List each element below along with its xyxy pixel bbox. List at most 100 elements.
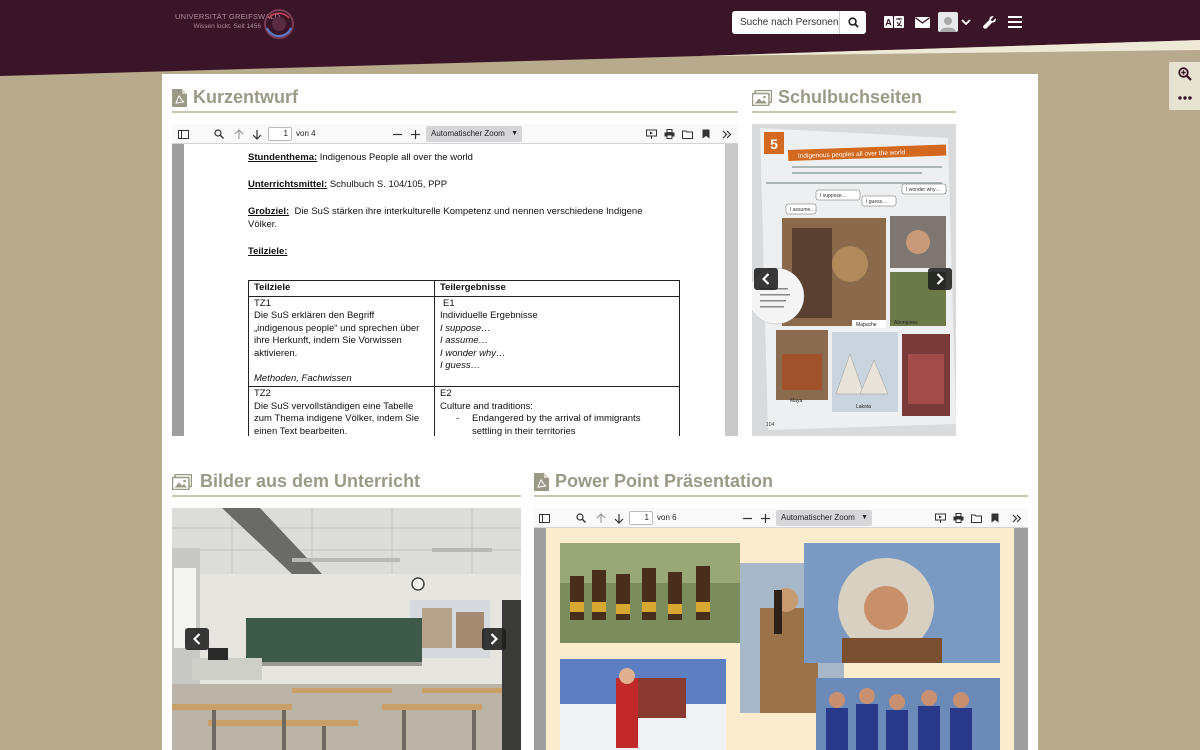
book-thought-bubble: I wonder why… bbox=[906, 187, 940, 193]
unit-number: 5 bbox=[770, 136, 778, 152]
topic-label: Stundenthema: bbox=[248, 152, 318, 163]
admin-tools-button[interactable] bbox=[981, 12, 997, 32]
zoom-out-button[interactable] bbox=[740, 511, 754, 525]
presentation-mode-button[interactable] bbox=[933, 511, 947, 525]
pdf-scrollbar[interactable] bbox=[725, 144, 738, 436]
side-toolbar bbox=[1169, 62, 1200, 110]
university-logo[interactable]: UNIVERSITÄT GREIFSWALD Wissen lockt. Sei… bbox=[175, 8, 297, 40]
person-search-input[interactable] bbox=[732, 11, 840, 34]
zoom-in-icon bbox=[1177, 67, 1192, 81]
presentation-slide bbox=[546, 528, 1014, 750]
result-phrase: I suppose… bbox=[440, 322, 491, 334]
main-goal-continued: Völker. bbox=[248, 219, 278, 230]
page-number-input[interactable]: 1 bbox=[629, 511, 653, 525]
pdf-file-icon bbox=[534, 473, 549, 491]
section-header-schulbuch: Schulbuchseiten bbox=[752, 85, 956, 113]
zoom-select[interactable]: Automatischer Zoom ▼ bbox=[426, 126, 522, 142]
page-count: von 4 bbox=[296, 129, 316, 138]
section-title-schulbuch: Schulbuchseiten bbox=[778, 87, 923, 107]
result-bullet-continued: settling in their territories bbox=[472, 425, 576, 437]
chevron-right-icon bbox=[936, 273, 944, 285]
goal-text-line: aktivieren. bbox=[254, 347, 298, 359]
section-title-kurzentwurf: Kurzentwurf bbox=[193, 87, 298, 107]
presentation-mode-button[interactable] bbox=[644, 127, 658, 141]
print-button[interactable] bbox=[951, 511, 965, 525]
materials-line: Unterrichtsmittel: Schulbuch S. 104/105,… bbox=[248, 179, 447, 190]
previous-page-button[interactable] bbox=[594, 511, 608, 525]
find-button[interactable] bbox=[212, 127, 226, 141]
sidebar-toggle-icon bbox=[538, 513, 550, 523]
table-row: TZ1 Die SuS erklären den Begriff „indige… bbox=[248, 295, 680, 387]
minus-icon bbox=[392, 133, 402, 135]
more-tools-button[interactable] bbox=[720, 127, 734, 141]
photo-caption: Lakota bbox=[856, 404, 871, 410]
result-phrase: I assume… bbox=[440, 335, 489, 346]
previous-page-button[interactable] bbox=[232, 127, 246, 141]
result-bullet: - Endangered by the arrival of immigrants bbox=[456, 413, 641, 424]
main-goal-value: Die SuS stärken ihre interkulturelle Kom… bbox=[294, 206, 643, 217]
arrow-up-icon bbox=[596, 512, 606, 523]
result-title: Individuelle Ergebnisse bbox=[440, 310, 538, 321]
messages-button[interactable] bbox=[914, 12, 930, 32]
topic-value: Indigenous People all over the world bbox=[319, 152, 473, 163]
pdf-toolbar: 1 von 6 Automatischer Zoom ▼ bbox=[534, 508, 1028, 528]
pdf-viewer-kurzentwurf: 1 von 4 Automatischer Zoom ▼ Stundenthem… bbox=[172, 124, 738, 436]
slide-photo-collage bbox=[560, 543, 1000, 750]
user-menu[interactable] bbox=[937, 12, 971, 32]
carousel-prev-button[interactable] bbox=[754, 268, 778, 290]
bookmark-button[interactable] bbox=[699, 127, 713, 141]
bookmark-button[interactable] bbox=[988, 511, 1002, 525]
main-goal-line: Grobziel: Die SuS stärken ihre interkult… bbox=[248, 206, 642, 217]
zoom-select[interactable]: Automatischer Zoom ▼ bbox=[776, 510, 872, 526]
result-title: Culture and traditions: bbox=[440, 400, 533, 412]
main-menu-button[interactable] bbox=[1007, 12, 1023, 32]
next-page-button[interactable] bbox=[250, 127, 264, 141]
goal-methods: Methoden, Fachwissen bbox=[254, 372, 352, 384]
images-icon bbox=[172, 474, 192, 490]
wrench-icon bbox=[982, 15, 996, 29]
main-goal-label: Grobziel: bbox=[248, 206, 290, 217]
more-tools-button[interactable] bbox=[1010, 511, 1024, 525]
more-button[interactable] bbox=[1169, 86, 1200, 110]
result-id: E2 bbox=[440, 388, 452, 399]
sub-goals-label: Teilziele: bbox=[248, 246, 288, 257]
carousel-next-button[interactable] bbox=[482, 628, 506, 650]
schoolbook-page-photo: 5 Indigenous peoples all over the world … bbox=[752, 124, 956, 436]
chevron-left-icon bbox=[762, 273, 770, 285]
carousel-next-button[interactable] bbox=[928, 268, 952, 290]
zoom-in-button[interactable] bbox=[1169, 62, 1200, 86]
print-button[interactable] bbox=[662, 127, 676, 141]
result-phrase: I wonder why… bbox=[440, 347, 506, 359]
plus-icon bbox=[410, 129, 420, 139]
menu-icon bbox=[1008, 16, 1022, 28]
presentation-icon bbox=[934, 513, 946, 523]
more-icon bbox=[1177, 96, 1192, 100]
zoom-in-button[interactable] bbox=[408, 127, 422, 141]
goals-table: Teilziele Teilergebnisse TZ1 Die SuS erk… bbox=[248, 280, 680, 436]
pdf-page: Stundenthema: Indigenous People all over… bbox=[184, 144, 725, 436]
search-button[interactable] bbox=[840, 11, 866, 34]
result-phrase: I guess… bbox=[440, 360, 481, 371]
page-number-input[interactable]: 1 bbox=[268, 127, 292, 141]
arrow-down-icon bbox=[252, 129, 262, 140]
book-page-number: 104 bbox=[766, 422, 775, 428]
sub-goals-heading: Teilziele: bbox=[248, 246, 287, 257]
goal-text-line: einen Text bearbeiten. bbox=[254, 425, 348, 437]
zoom-out-button[interactable] bbox=[390, 127, 404, 141]
arrow-down-icon bbox=[614, 513, 624, 524]
next-page-button[interactable] bbox=[612, 511, 626, 525]
table-cell: E1 Individuelle Ergebnisse I suppose… I … bbox=[434, 295, 680, 387]
person-search bbox=[732, 11, 866, 34]
language-button[interactable]: A bbox=[883, 12, 905, 32]
sidebar-toggle-button[interactable] bbox=[176, 127, 190, 141]
open-file-button[interactable] bbox=[969, 511, 983, 525]
section-title-ppp: Power Point Präsentation bbox=[555, 471, 774, 491]
carousel-prev-button[interactable] bbox=[185, 628, 209, 650]
sidebar-toggle-button[interactable] bbox=[537, 511, 551, 525]
bookmark-icon bbox=[702, 129, 710, 139]
materials-value: Schulbuch S. 104/105, PPP bbox=[329, 179, 448, 190]
folder-icon bbox=[681, 130, 693, 139]
open-file-button[interactable] bbox=[680, 127, 694, 141]
zoom-in-button[interactable] bbox=[758, 511, 772, 525]
find-button[interactable] bbox=[574, 511, 588, 525]
